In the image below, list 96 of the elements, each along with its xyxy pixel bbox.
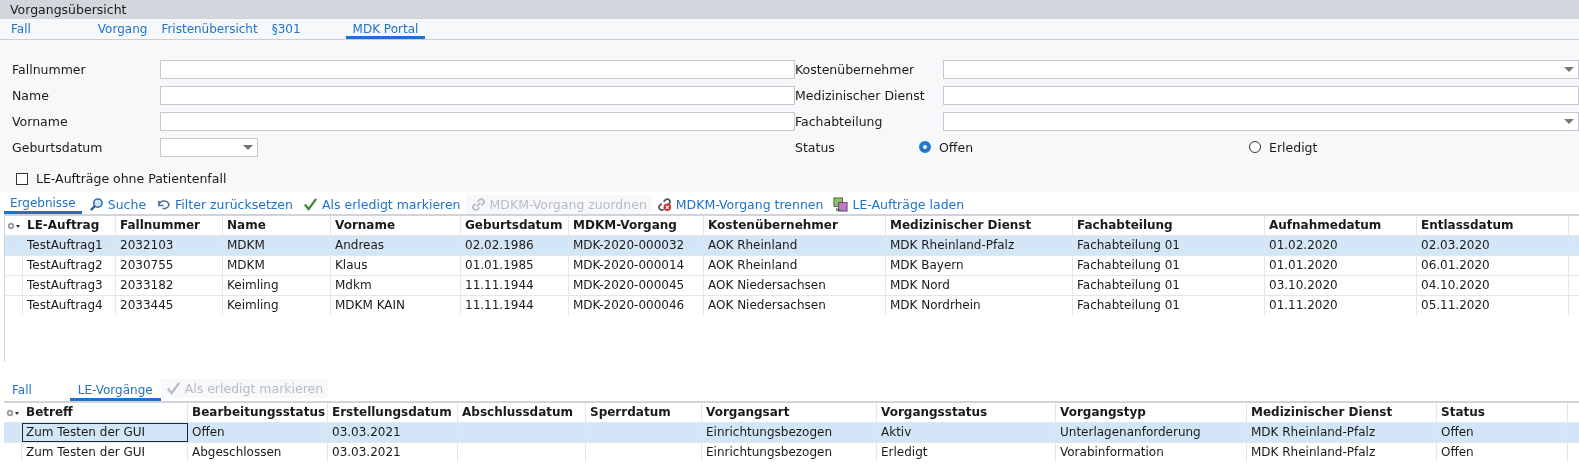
table-cell: 2030755 <box>116 256 223 275</box>
chain-link-icon <box>470 197 486 212</box>
radio-option[interactable]: Erledigt <box>1249 139 1579 155</box>
table-cell: 01.01.2020 <box>1265 256 1417 275</box>
table-cell: MDKM <box>223 236 331 255</box>
table-cell: 01.02.2020 <box>1265 236 1417 255</box>
table-cell: MDK Bayern <box>886 256 1073 275</box>
table-cell: AOK Rheinland <box>704 256 886 275</box>
table-cell: Keimling <box>223 276 331 295</box>
tab[interactable]: Fristenübersicht <box>154 19 265 39</box>
table-cell: Keimling <box>223 296 331 315</box>
table-cell: 04.10.2020 <box>1417 276 1569 295</box>
table-cell: 11.11.1944 <box>461 296 569 315</box>
table-cell: TestAuftrag1 <box>23 236 116 255</box>
tab[interactable]: Ergebnisse <box>4 194 82 214</box>
field-label: Name <box>12 87 50 103</box>
table-cell: 2033182 <box>116 276 223 295</box>
table-cell: MDK Nordrhein <box>886 296 1073 315</box>
table-cell: Vorabinformation <box>1056 443 1247 462</box>
table-cell: Zum Testen der GUI <box>22 443 188 462</box>
table-cell: MDKM <box>223 256 331 275</box>
table-cell: MDK-2020-000014 <box>569 256 704 275</box>
table-cell: Offen <box>1437 443 1568 462</box>
table-cell: 11.11.1944 <box>461 276 569 295</box>
table-cell: TestAuftrag3 <box>23 276 116 295</box>
table-cell: 02.02.1986 <box>461 236 569 255</box>
table-cell: AOK Niedersachsen <box>704 276 886 295</box>
input-field[interactable] <box>160 85 795 105</box>
table-cell: Mdkm <box>331 276 461 295</box>
table-cell: Fachabteilung 01 <box>1073 296 1265 315</box>
toolbar-button[interactable]: Filter zurücksetzen <box>151 195 298 214</box>
table-cell: MDK Rheinland-Pfalz <box>886 236 1073 255</box>
table-cell: 05.11.2020 <box>1417 296 1569 315</box>
toolbar-button[interactable]: Suche <box>83 195 152 214</box>
table-cell: Fachabteilung 01 <box>1073 256 1265 275</box>
table-cell: MDKM KAIN <box>331 296 461 315</box>
table-cell: 02.03.2020 <box>1417 236 1569 255</box>
tab[interactable]: §301 <box>264 19 308 39</box>
dropdown-field[interactable] <box>943 59 1579 79</box>
table-cell: MDK-2020-000032 <box>569 236 704 255</box>
radio-option[interactable]: Offen <box>919 139 1249 155</box>
table-cell: Einrichtungsbezogen <box>702 423 877 442</box>
table-cell: MDK Rheinland-Pfalz <box>1247 423 1437 442</box>
table-cell: TestAuftrag2 <box>23 256 116 275</box>
table-cell: TestAuftrag4 <box>23 296 116 315</box>
table-cell: MDK-2020-000046 <box>569 296 704 315</box>
table-cell: Erledigt <box>877 443 1056 462</box>
table-cell: 2032103 <box>116 236 223 255</box>
tab[interactable]: Fall <box>4 381 40 401</box>
table-cell: MDK-2020-000045 <box>569 276 704 295</box>
table-cell: Offen <box>188 423 328 442</box>
table-cell: Offen <box>1437 423 1568 442</box>
table-cell: 03.03.2021 <box>328 443 458 462</box>
table-cell: Abgeschlossen <box>188 443 328 462</box>
table-cell: MDK Nord <box>886 276 1073 295</box>
table-cell: AOK Rheinland <box>704 236 886 255</box>
table-cell: 03.03.2021 <box>328 423 458 442</box>
table-cell: Klaus <box>331 256 461 275</box>
search-icon <box>88 197 104 212</box>
table-cell: 01.01.1985 <box>461 256 569 275</box>
checkmark-icon <box>165 381 181 396</box>
input-field[interactable] <box>943 85 1579 105</box>
field-label: Medizinischer Dienst <box>795 87 926 103</box>
table-cell: 06.01.2020 <box>1417 256 1569 275</box>
field-label: Kostenübernehmer <box>795 61 916 77</box>
tab[interactable]: Fall <box>4 19 38 39</box>
load-icon <box>833 197 849 212</box>
dropdown-field[interactable] <box>943 111 1579 131</box>
window-title: Vorgangsübersicht <box>10 2 127 17</box>
field-label: Fachabteilung <box>795 113 884 129</box>
checkmark-icon <box>302 197 318 212</box>
table-cell: Andreas <box>331 236 461 255</box>
table-cell: Aktiv <box>877 423 1056 442</box>
table-cell: Einrichtungsbezogen <box>702 443 877 462</box>
field-label: Vorname <box>12 113 69 129</box>
table-cell: 01.11.2020 <box>1265 296 1417 315</box>
table-cell: Fachabteilung 01 <box>1073 236 1265 255</box>
table-cell: Zum Testen der GUI <box>22 423 188 442</box>
table-cell: Unterlagenanforderung <box>1056 423 1247 442</box>
table-cell: AOK Niedersachsen <box>704 296 886 315</box>
tab[interactable]: Vorgang <box>90 19 155 39</box>
field-label: Geburtsdatum <box>12 139 104 155</box>
toolbar-button[interactable]: Als erledigt markieren <box>297 195 466 214</box>
table-cell: 2033445 <box>116 296 223 315</box>
input-field[interactable] <box>160 111 795 131</box>
date-field[interactable] <box>160 137 258 157</box>
toolbar-button[interactable]: MDKM-Vorgang trennen <box>651 195 829 214</box>
input-field[interactable] <box>160 59 795 79</box>
table-cell: Fachabteilung 01 <box>1073 276 1265 295</box>
table-cell: 03.10.2020 <box>1265 276 1417 295</box>
toolbar-button[interactable]: LE-Aufträge laden <box>828 195 970 214</box>
unlink-icon <box>656 197 672 212</box>
field-label: Fallnummer <box>12 61 87 77</box>
field-label: Status <box>795 139 836 155</box>
table-cell: MDK Rheinland-Pfalz <box>1247 443 1437 462</box>
undo-arrow-icon <box>156 197 172 212</box>
